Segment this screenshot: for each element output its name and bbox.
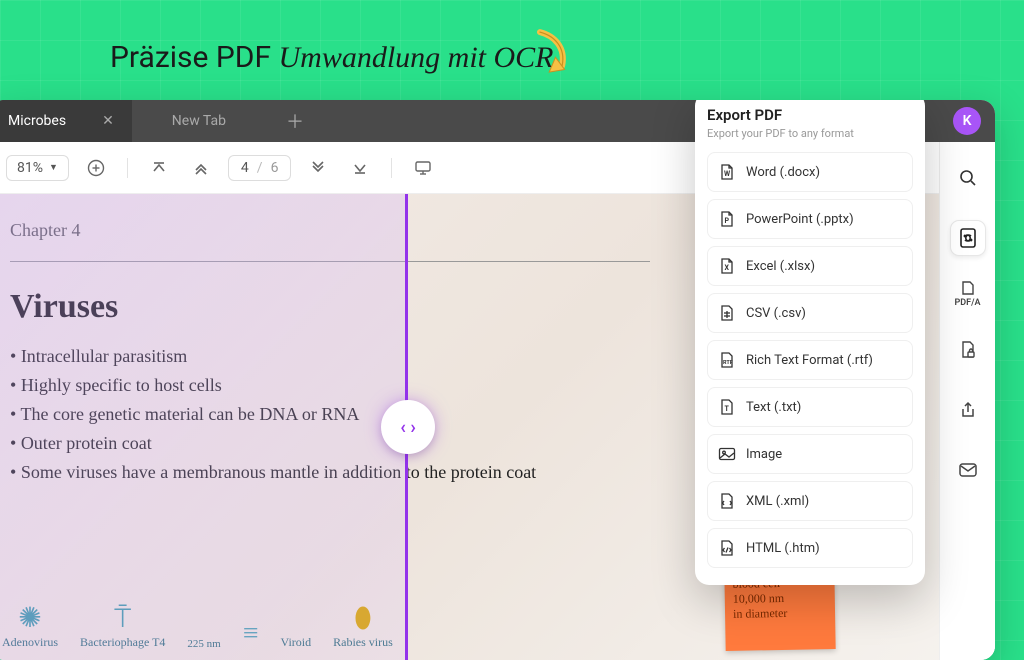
avatar[interactable]: K (953, 107, 981, 135)
tab-new[interactable]: New Tab (132, 100, 266, 142)
export-html[interactable]: HTML (.htm) (707, 528, 913, 568)
svg-text:RTF: RTF (723, 360, 733, 366)
export-label: CSV (.csv) (746, 306, 806, 321)
illustration-label: Bacteriophage T4 (80, 635, 165, 650)
export-label: Rich Text Format (.rtf) (746, 353, 873, 368)
share-button[interactable] (950, 392, 986, 428)
xml-icon (718, 492, 736, 510)
last-page-button[interactable] (345, 153, 375, 183)
mail-button[interactable] (950, 452, 986, 488)
export-txt[interactable]: T Text (.txt) (707, 387, 913, 427)
word-icon: W (718, 163, 736, 181)
export-powerpoint[interactable]: P PowerPoint (.pptx) (707, 199, 913, 239)
export-subtitle: Export your PDF to any format (707, 127, 913, 140)
marketing-headline: Präzise PDF Umwandlung mit OCR (110, 40, 554, 75)
export-word[interactable]: W Word (.docx) (707, 152, 913, 192)
svg-text:X: X (725, 264, 730, 272)
text-icon: T (718, 398, 736, 416)
presentation-button[interactable] (408, 153, 438, 183)
export-label: Word (.docx) (746, 165, 820, 180)
zoom-select[interactable]: 81% ▼ (6, 155, 69, 181)
tab-label: New Tab (172, 113, 226, 129)
chevron-down-icon: ▼ (49, 162, 58, 173)
svg-text:W: W (724, 170, 731, 178)
export-label: Image (746, 447, 782, 462)
protect-button[interactable] (950, 332, 986, 368)
page-indicator[interactable]: 4 / 6 (228, 155, 292, 181)
page-current: 4 (241, 160, 249, 176)
new-tab-button[interactable]: ＋ (266, 108, 324, 134)
excel-icon: X (718, 257, 736, 275)
compare-slider-handle[interactable]: ‹ › (384, 403, 432, 451)
virus-icon: ✺ (2, 601, 58, 635)
avatar-letter: K (963, 113, 972, 129)
export-title: Export PDF (707, 106, 913, 124)
export-rtf[interactable]: RTF Rich Text Format (.rtf) (707, 340, 913, 380)
close-icon[interactable]: ✕ (102, 113, 114, 129)
rtf-icon: RTF (718, 351, 736, 369)
divider (10, 261, 650, 262)
zoom-in-button[interactable] (81, 153, 111, 183)
prev-page-button[interactable] (186, 153, 216, 183)
slider-arrows-icon: ‹ › (400, 417, 416, 438)
first-page-button[interactable] (144, 153, 174, 183)
export-xml[interactable]: XML (.xml) (707, 481, 913, 521)
next-page-button[interactable] (303, 153, 333, 183)
divider (391, 158, 392, 178)
svg-text:P: P (725, 217, 730, 225)
export-panel: Export PDF Export your PDF to any format… (695, 100, 925, 585)
illustration-label: Viroid (281, 635, 312, 650)
convert-button[interactable] (950, 220, 986, 256)
html-icon (718, 539, 736, 557)
illustration-label: Adenovirus (2, 635, 58, 650)
zoom-value: 81% (17, 160, 43, 176)
tab-label: Microbes (8, 113, 66, 129)
csv-icon (718, 304, 736, 322)
app-window: Microbes ✕ New Tab ＋ K 81% ▼ 4 / 6 (0, 100, 995, 660)
export-label: Excel (.xlsx) (746, 259, 815, 274)
illustration-label: Rabies virus (333, 635, 393, 650)
virus-icon: ⬮ (333, 603, 393, 635)
export-label: PowerPoint (.pptx) (746, 212, 854, 227)
export-excel[interactable]: X Excel (.xlsx) (707, 246, 913, 286)
export-csv[interactable]: CSV (.csv) (707, 293, 913, 333)
illustration-strip: ✺ Adenovirus ⍑ Bacteriophage T4 225 nm ≡… (2, 601, 645, 650)
virus-icon: ≡ (243, 618, 259, 650)
right-rail: PDF/A (939, 142, 995, 660)
page-total: 6 (271, 160, 279, 176)
virus-icon: ⍑ (80, 603, 165, 635)
tab-microbes[interactable]: Microbes ✕ (0, 100, 132, 142)
pdfa-label: PDF/A (954, 298, 980, 308)
image-icon (718, 445, 736, 463)
export-label: Text (.txt) (746, 400, 801, 415)
powerpoint-icon: P (718, 210, 736, 228)
svg-text:T: T (725, 405, 730, 413)
export-label: HTML (.htm) (746, 541, 820, 556)
export-image[interactable]: Image (707, 434, 913, 474)
divider (127, 158, 128, 178)
arrow-icon (517, 25, 584, 89)
headline-plain: Präzise PDF (110, 40, 271, 75)
search-button[interactable] (950, 160, 986, 196)
pdfa-button[interactable]: PDF/A (950, 280, 986, 308)
export-label: XML (.xml) (746, 494, 809, 509)
headline-cursive: Umwandlung mit OCR (278, 41, 553, 74)
